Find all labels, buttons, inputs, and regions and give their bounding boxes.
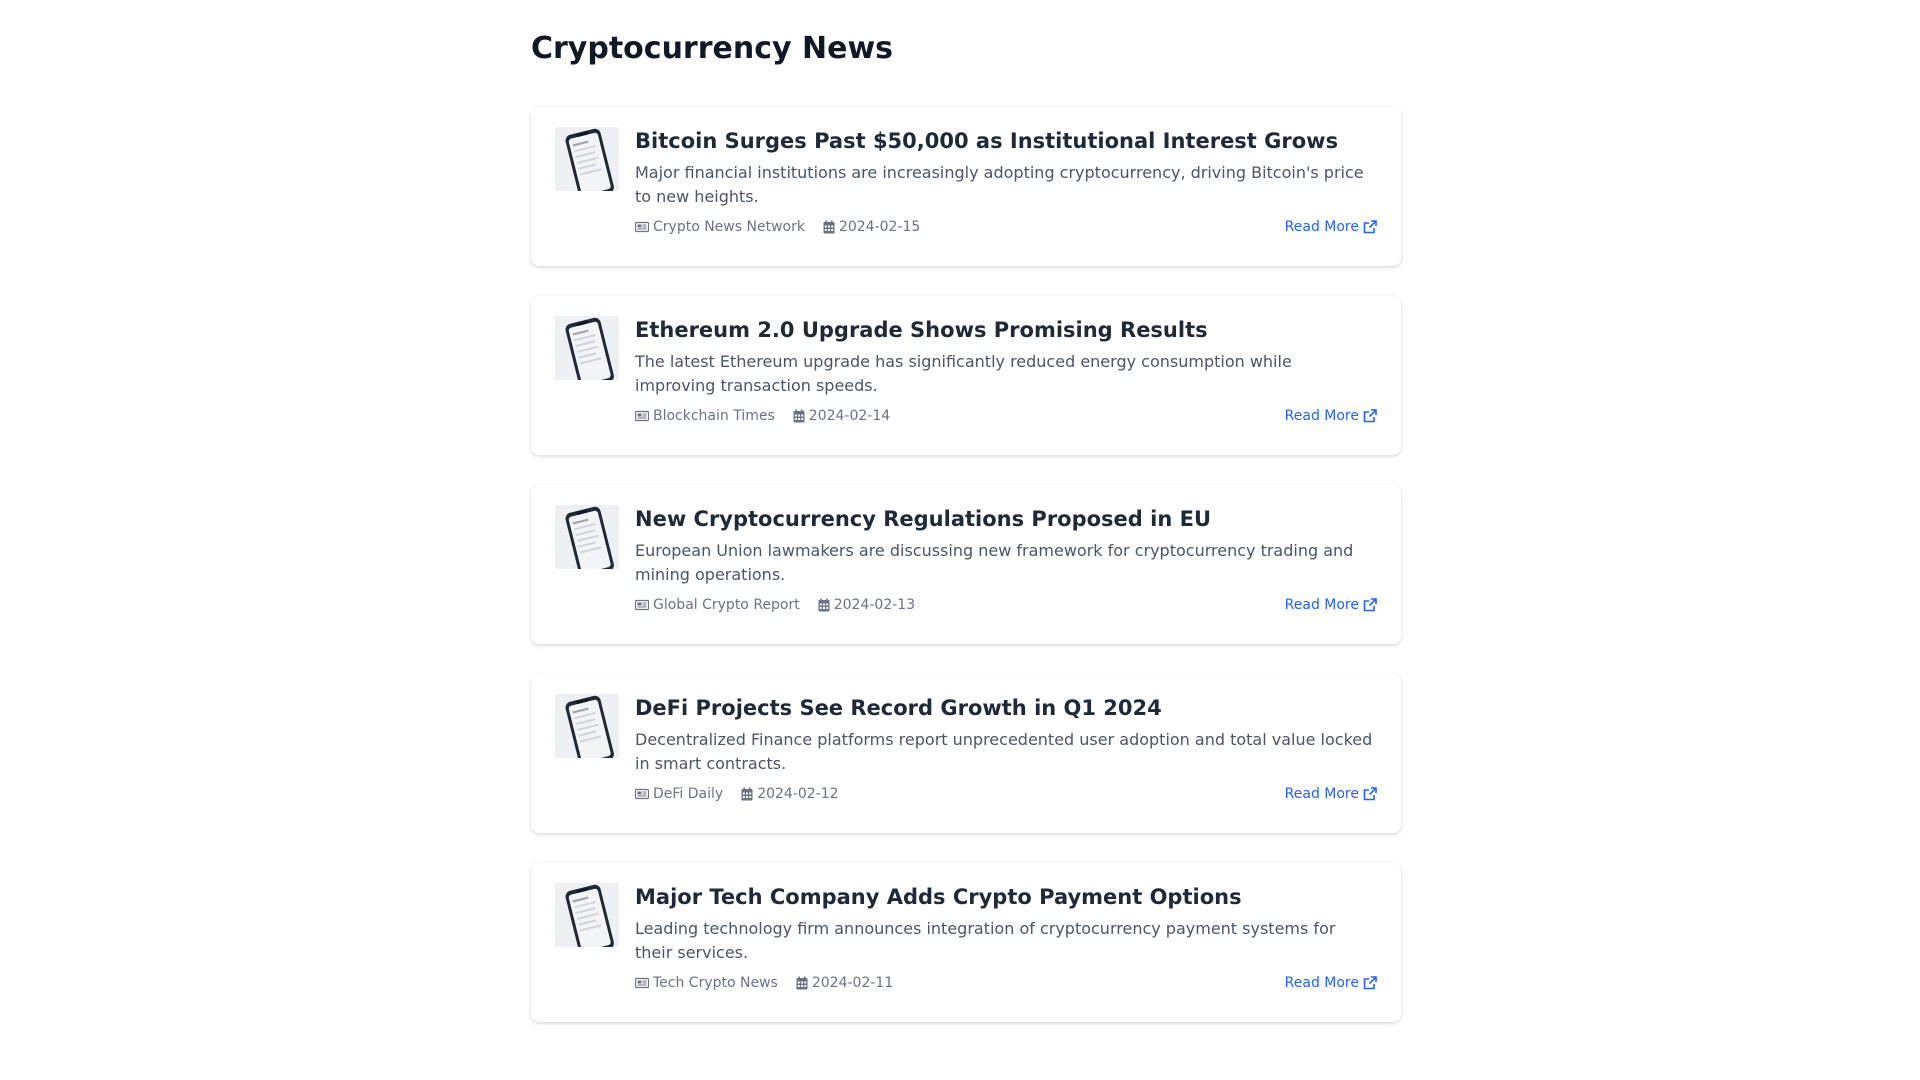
article-meta: Global Crypto Report 2024-02-13 Read Mor… xyxy=(635,595,1377,615)
read-more-link[interactable]: Read More xyxy=(1285,786,1377,802)
article-source-label: Global Crypto Report xyxy=(653,597,800,613)
external-link-icon[interactable] xyxy=(1363,976,1377,990)
read-more-label[interactable]: Read More xyxy=(1285,408,1359,424)
article-source: Crypto News Network xyxy=(635,219,805,235)
article-source-label: Blockchain Times xyxy=(653,408,775,424)
article-thumbnail xyxy=(555,694,619,758)
article-date: 2024-02-13 xyxy=(818,597,915,613)
calendar-icon xyxy=(793,409,805,423)
newspaper-icon xyxy=(635,788,649,800)
article-date: 2024-02-11 xyxy=(796,975,893,991)
article-thumbnail xyxy=(555,883,619,947)
article-title: Ethereum 2.0 Upgrade Shows Promising Res… xyxy=(635,318,1208,342)
read-more-label[interactable]: Read More xyxy=(1285,597,1359,613)
article-thumbnail xyxy=(555,127,619,191)
page-title: Cryptocurrency News xyxy=(531,31,894,66)
article-source: Tech Crypto News xyxy=(635,975,778,991)
read-more-label[interactable]: Read More xyxy=(1285,975,1359,991)
article-source-label: Crypto News Network xyxy=(653,219,805,235)
read-more-link[interactable]: Read More xyxy=(1285,597,1377,613)
newspaper-icon xyxy=(635,221,649,233)
article-thumbnail xyxy=(555,316,619,380)
read-more-label[interactable]: Read More xyxy=(1285,786,1359,802)
external-link-icon[interactable] xyxy=(1363,598,1377,612)
article-title: Bitcoin Surges Past $50,000 as Instituti… xyxy=(635,129,1339,153)
newspaper-icon xyxy=(635,599,649,611)
newspaper-icon xyxy=(635,410,649,422)
news-card: New Cryptocurrency Regulations Proposed … xyxy=(531,485,1401,644)
read-more-link[interactable]: Read More xyxy=(1285,219,1377,235)
article-date-label: 2024-02-11 xyxy=(811,975,894,991)
article-summary: European Union lawmakers are discussing … xyxy=(635,541,1354,584)
article-summary: Leading technology firm announces integr… xyxy=(635,919,1336,962)
article-date-label: 2024-02-13 xyxy=(833,597,916,613)
news-card: Bitcoin Surges Past $50,000 as Instituti… xyxy=(531,107,1401,266)
article-date-label: 2024-02-15 xyxy=(838,219,921,235)
news-card: DeFi Projects See Record Growth in Q1 20… xyxy=(531,674,1401,833)
article-source: Global Crypto Report xyxy=(635,597,800,613)
article-meta: DeFi Daily 2024-02-12 Read More xyxy=(635,784,1377,804)
calendar-icon xyxy=(818,598,830,612)
article-meta: Blockchain Times 2024-02-14 Read More xyxy=(635,406,1377,426)
article-summary: Major financial institutions are increas… xyxy=(635,163,1364,206)
read-more-link[interactable]: Read More xyxy=(1285,975,1377,991)
article-title: New Cryptocurrency Regulations Proposed … xyxy=(635,507,1212,531)
article-source-label: DeFi Daily xyxy=(653,786,724,802)
article-source: DeFi Daily xyxy=(635,786,723,802)
article-date: 2024-02-15 xyxy=(823,219,920,235)
calendar-icon xyxy=(796,976,808,990)
read-more-label[interactable]: Read More xyxy=(1285,219,1359,235)
article-date: 2024-02-12 xyxy=(741,786,839,802)
article-summary: The latest Ethereum upgrade has signific… xyxy=(635,352,1292,395)
article-summary: Decentralized Finance platforms report u… xyxy=(635,730,1373,773)
article-thumbnail xyxy=(555,505,619,569)
external-link-icon[interactable] xyxy=(1363,409,1377,423)
article-title: Major Tech Company Adds Crypto Payment O… xyxy=(635,885,1242,909)
news-card: Ethereum 2.0 Upgrade Shows Promising Res… xyxy=(531,296,1401,455)
read-more-link[interactable]: Read More xyxy=(1285,408,1377,424)
newspaper-icon xyxy=(635,977,649,989)
article-date-label: 2024-02-12 xyxy=(757,786,839,802)
article-date-label: 2024-02-14 xyxy=(808,408,891,424)
article-date: 2024-02-14 xyxy=(793,408,890,424)
news-card: Major Tech Company Adds Crypto Payment O… xyxy=(531,863,1401,1022)
external-link-icon[interactable] xyxy=(1363,787,1377,801)
article-source: Blockchain Times xyxy=(635,408,775,424)
news-page: Cryptocurrency News Bitcoin Surges Past … xyxy=(531,0,1401,1052)
article-meta: Crypto News Network 2024-02-15 Read More xyxy=(635,217,1377,237)
article-source-label: Tech Crypto News xyxy=(653,975,778,991)
calendar-icon xyxy=(741,787,753,801)
article-meta: Tech Crypto News 2024-02-11 Read More xyxy=(635,973,1377,993)
article-title: DeFi Projects See Record Growth in Q1 20… xyxy=(635,696,1162,720)
calendar-icon xyxy=(823,220,835,234)
external-link-icon[interactable] xyxy=(1363,220,1377,234)
news-list: Bitcoin Surges Past $50,000 as Instituti… xyxy=(531,107,1401,1022)
